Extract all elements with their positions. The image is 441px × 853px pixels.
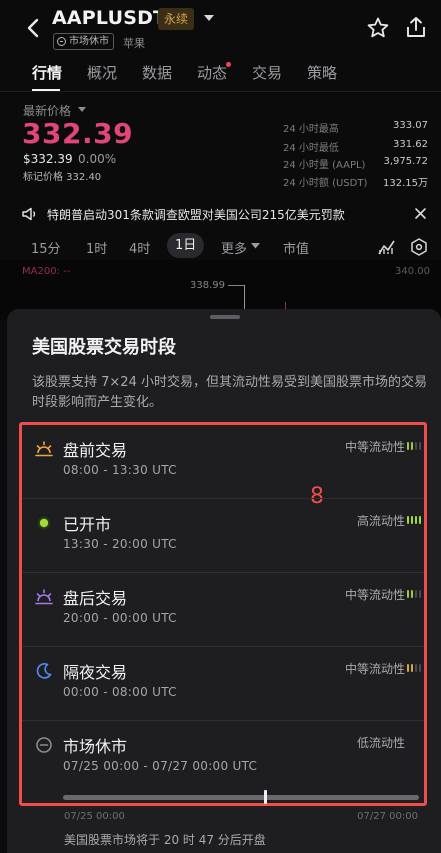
sheet-description: 该股票支持 7×24 小时交易，但其流动性易受到美国股票市场的交易时段影响而产生…: [32, 375, 427, 410]
header: AAPLUSDT 永续 市场休市 苹果: [0, 0, 441, 56]
liquidity-label: 中等流动性: [344, 440, 405, 454]
interval-more[interactable]: 更多: [221, 238, 247, 257]
stat-value: 3,975.72: [383, 156, 428, 167]
stat-high: 24 小时最高 333.07: [283, 120, 428, 136]
sunrise-icon: [35, 441, 53, 457]
market-open-countdown: 美国股票市场将于 20 时 47 分后开盘: [64, 833, 266, 847]
moon-icon: [36, 663, 52, 679]
sunset-icon: [35, 589, 53, 605]
market-status-badge: 市场休市: [53, 33, 114, 50]
interval-1d[interactable]: 1日: [167, 233, 205, 258]
share-icon[interactable]: [404, 15, 428, 39]
liquidity-label: 中等流动性: [344, 662, 405, 676]
liquidity-bars: [407, 515, 421, 524]
session-name: 已开市: [63, 515, 112, 534]
trading-session-sheet: 美国股票交易时段 该股票支持 7×24 小时交易，但其流动性易受到美国股票市场的…: [7, 309, 441, 853]
range-end: 07/27 00:00: [357, 811, 418, 822]
interval-4h[interactable]: 4时: [129, 238, 150, 257]
stat-label: 24 小时最低: [283, 143, 339, 154]
session-premarket: 盘前交易 08:00 - 13:30 UTC 中等流动性: [22, 425, 424, 499]
liquidity-label: 低流动性: [356, 736, 405, 750]
underlying-name: 苹果: [123, 37, 145, 50]
liquidity-bars: [407, 589, 421, 598]
session-open: 已开市 13:30 - 20:00 UTC 高流动性: [22, 499, 424, 573]
notification-dot: [226, 62, 231, 67]
symbol-title[interactable]: AAPLUSDT: [52, 7, 166, 29]
sheet-drag-handle[interactable]: [210, 315, 240, 319]
closure-progress-bar: [63, 790, 419, 804]
session-list: 8 盘前交易 08:00 - 13:30 UTC 中等流动性 已开市 13:30…: [19, 422, 427, 806]
session-name: 隔夜交易: [63, 663, 128, 682]
stat-volume: 24 小时量 (AAPL) 3,975.72: [283, 156, 428, 172]
tab-trade[interactable]: 交易: [252, 62, 282, 83]
interval-1h[interactable]: 1时: [86, 238, 107, 257]
session-time: 20:00 - 00:00 UTC: [63, 611, 177, 625]
liquidity-bars: [407, 441, 421, 450]
stat-label: 24 小时额 (USDT): [283, 178, 368, 189]
stat-value: 333.07: [393, 120, 428, 131]
market-closed-icon: [57, 37, 66, 46]
session-time: 08:00 - 13:30 UTC: [63, 463, 177, 477]
back-arrow-icon[interactable]: [22, 14, 46, 42]
interval-market-cap[interactable]: 市值: [283, 238, 309, 257]
active-tab-indicator: [32, 89, 60, 91]
close-icon[interactable]: [414, 207, 427, 220]
closed-circle-icon: [36, 737, 52, 753]
news-text[interactable]: 特朗普启动301条款调查欧盟对美国公司215亿美元罚款: [47, 206, 345, 223]
chevron-down-icon[interactable]: [78, 107, 86, 113]
stat-label: 24 小时量 (AAPL): [283, 160, 366, 171]
perpetual-badge: 永续: [158, 8, 195, 30]
stat-value: 132.15万: [383, 178, 428, 189]
news-banner[interactable]: 特朗普启动301条款调查欧盟对美国公司215亿美元罚款: [0, 200, 441, 228]
sheet-title: 美国股票交易时段: [32, 337, 176, 358]
speaker-icon: [22, 207, 36, 221]
tab-overview[interactable]: 概况: [87, 62, 117, 83]
favorite-star-icon[interactable]: [366, 16, 390, 40]
session-overnight: 隔夜交易 00:00 - 08:00 UTC 中等流动性: [22, 647, 424, 721]
session-name: 盘后交易: [63, 589, 128, 608]
progress-marker: [264, 790, 268, 804]
liquidity-label: 中等流动性: [344, 588, 405, 602]
liquidity-label: 高流动性: [356, 514, 405, 528]
session-time: 13:30 - 20:00 UTC: [63, 537, 177, 551]
usd-price: $332.39: [23, 152, 73, 166]
symbol-dropdown-icon[interactable]: [202, 12, 216, 24]
interval-bar: 15分 1时 4时 1日 更多 市值: [0, 233, 441, 259]
interval-15m[interactable]: 15分: [31, 238, 61, 257]
session-name: 市场休市: [63, 737, 128, 756]
tab-market[interactable]: 行情: [32, 62, 62, 83]
session-name: 盘前交易: [63, 441, 128, 460]
chart-settings-icon[interactable]: [410, 238, 428, 256]
chevron-down-icon[interactable]: [251, 243, 260, 249]
range-start: 07/25 00:00: [64, 811, 125, 822]
change-percent: 0.00%: [78, 152, 117, 166]
session-closed: 市场休市 07/25 00:00 - 07/27 00:00 UTC 低流动性: [22, 721, 424, 803]
stat-value: 331.62: [393, 139, 428, 150]
indicator-chart-icon[interactable]: [378, 239, 396, 255]
market-status-label: 市场休市: [69, 36, 109, 47]
main-tabs: 行情 概况 数据 动态 交易 策略: [0, 58, 441, 92]
tab-strategy[interactable]: 策略: [307, 62, 337, 83]
session-time: 00:00 - 08:00 UTC: [63, 685, 177, 699]
green-dot-icon: [37, 516, 51, 530]
liquidity-bars: [407, 663, 421, 672]
stat-low: 24 小时最低 331.62: [283, 139, 428, 155]
tab-feed[interactable]: 动态: [197, 62, 227, 83]
stat-turnover: 24 小时额 (USDT) 132.15万: [283, 174, 428, 190]
tab-data[interactable]: 数据: [142, 62, 172, 83]
session-afterhours: 盘后交易 20:00 - 00:00 UTC 中等流动性: [22, 573, 424, 647]
stat-label: 24 小时最高: [283, 124, 339, 135]
mark-price: 标记价格 332.40: [23, 172, 102, 183]
session-time: 07/25 00:00 - 07/27 00:00 UTC: [63, 759, 258, 773]
last-price: 332.39: [22, 117, 134, 150]
